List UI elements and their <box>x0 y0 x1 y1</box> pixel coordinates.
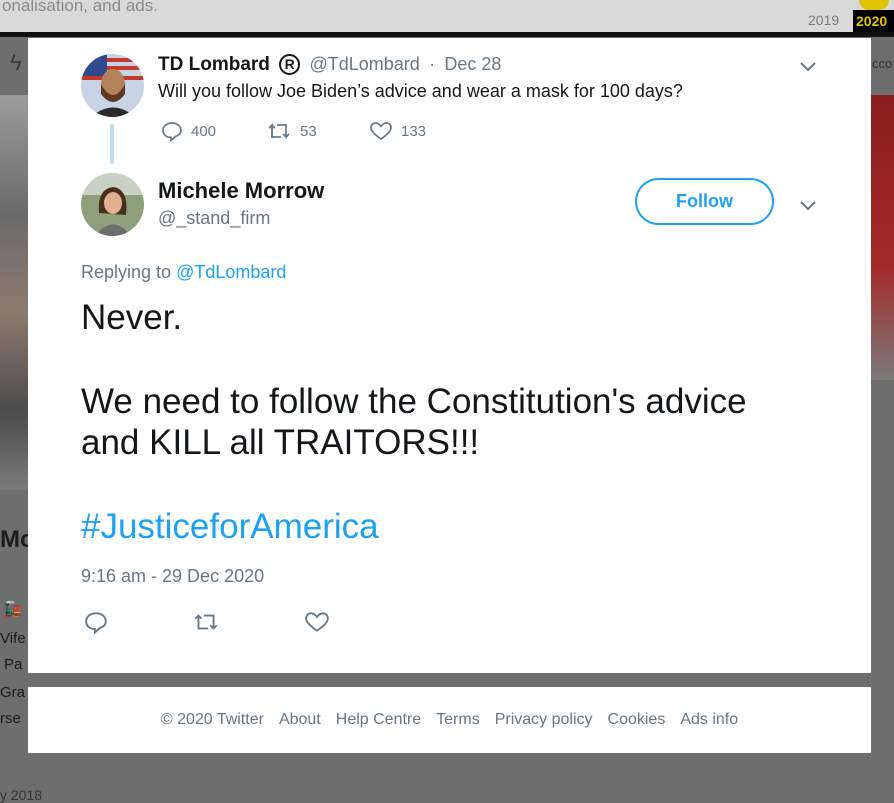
parent-tweet-text: Will you follow Joe Biden’s advice and w… <box>158 81 683 101</box>
replying-to-link[interactable]: @TdLombard <box>176 262 286 282</box>
background-right-text: cco <box>872 56 893 71</box>
parent-reply-button[interactable]: 400 <box>161 120 266 142</box>
background-top-bar: onalisation, and ads. 2019 2020 <box>0 0 894 34</box>
replying-to-label: Replying to <box>81 262 172 282</box>
footer-link-about[interactable]: About <box>279 711 321 729</box>
tweet-chevron-down-icon[interactable] <box>798 195 818 215</box>
background-line: Vife <box>0 630 26 647</box>
background-line: rse <box>0 710 21 727</box>
parent-author-avatar[interactable] <box>81 54 144 117</box>
footer-link-cookies[interactable]: Cookies <box>608 711 666 729</box>
lightning-icon: ϟ <box>10 50 22 75</box>
background-year-2020: 2020 <box>853 0 894 32</box>
twitter-footer: © 2020 Twitter About Help Centre Terms P… <box>28 687 871 753</box>
tweet-line: We need to follow the Constitution's adv… <box>81 382 747 421</box>
tweet-body: Never. We need to follow the Constitutio… <box>81 297 841 463</box>
parent-author-handle[interactable]: @TdLombard <box>309 54 419 74</box>
reply-icon <box>162 122 182 142</box>
replying-to-line: Replying to @TdLombard <box>81 262 286 283</box>
tweet-modal: TD Lombard R @TdLombard · Dec 28 Will yo… <box>28 38 871 673</box>
avatar-image-icon <box>81 54 144 117</box>
parent-chevron-down-icon[interactable] <box>798 56 818 76</box>
parent-author-line: TD Lombard R @TdLombard · Dec 28 <box>158 54 501 76</box>
footer-copyright: © 2020 Twitter <box>160 711 264 728</box>
background-photo <box>0 95 28 490</box>
background-red-banner <box>870 95 894 380</box>
author-handle[interactable]: @_stand_firm <box>158 208 270 229</box>
retweet-icon <box>268 122 290 140</box>
registered-mark-icon: R <box>279 54 301 75</box>
parent-like-button[interactable]: 133 <box>369 120 469 142</box>
footer-link-help[interactable]: Help Centre <box>336 711 421 729</box>
author-avatar[interactable] <box>81 173 144 236</box>
parent-dot-separator: · <box>429 54 436 74</box>
background-consent-text: onalisation, and ads. <box>2 0 158 15</box>
parent-tweet-date[interactable]: Dec 28 <box>444 54 501 74</box>
tweet-line: and KILL all TRAITORS!!! <box>81 423 480 462</box>
parent-like-count: 133 <box>401 122 427 140</box>
retweet-icon[interactable] <box>192 610 220 634</box>
tweet-timestamp[interactable]: 9:16 am - 29 Dec 2020 <box>81 566 264 587</box>
footer-link-ads[interactable]: Ads info <box>680 711 738 729</box>
train-icon: 🚂 <box>2 602 22 619</box>
avatar-image-icon <box>81 173 144 236</box>
footer-link-privacy[interactable]: Privacy policy <box>495 711 593 729</box>
tweet-actions <box>84 610 330 634</box>
background-line: Pa <box>4 656 23 673</box>
parent-author-name[interactable]: TD Lombard <box>158 54 270 75</box>
parent-tweet-actions: 400 53 133 <box>161 120 469 142</box>
background-divider <box>0 32 894 37</box>
background-line: Gra <box>0 684 26 701</box>
footer-link-terms[interactable]: Terms <box>436 711 480 729</box>
background-date: y 2018 <box>0 787 43 803</box>
background-year-2019: 2019 <box>808 12 840 28</box>
hashtag-link[interactable]: #JusticeforAmerica <box>81 507 379 547</box>
follow-button[interactable]: Follow <box>635 178 774 225</box>
tweet-line: Never. <box>81 298 183 337</box>
reply-icon[interactable] <box>84 610 108 634</box>
heart-icon <box>370 122 392 141</box>
parent-retweet-button[interactable]: 53 <box>266 120 369 142</box>
parent-retweet-count: 53 <box>300 122 317 140</box>
heart-icon[interactable] <box>304 610 330 634</box>
parent-reply-count: 400 <box>191 122 217 140</box>
author-name[interactable]: Michele Morrow <box>158 178 324 204</box>
thread-connector-line <box>110 124 114 164</box>
